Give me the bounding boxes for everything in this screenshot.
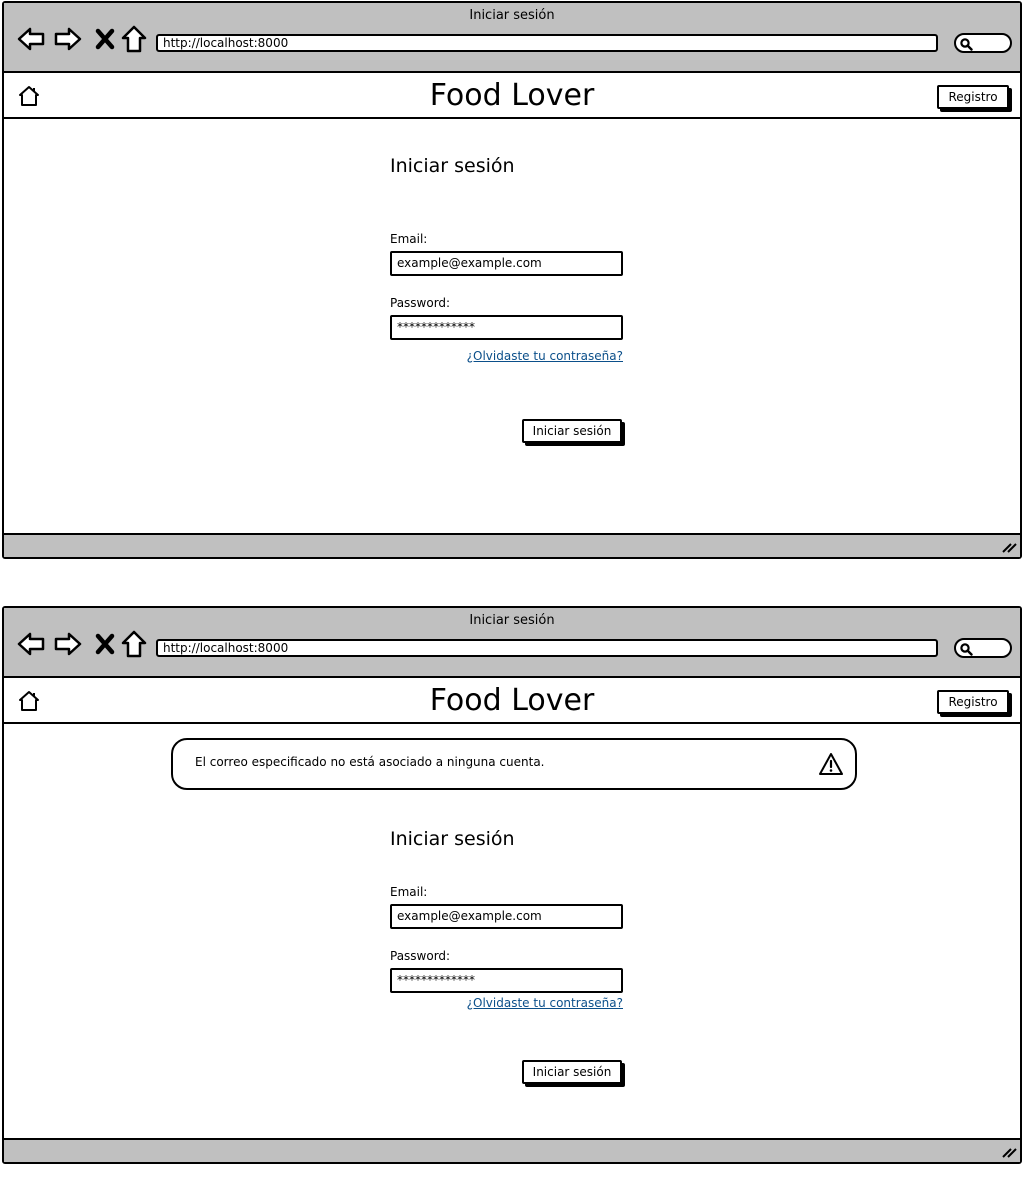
app-header: Food Lover Registro xyxy=(4,678,1020,724)
warning-icon xyxy=(819,753,843,775)
email-field[interactable]: example@example.com xyxy=(390,251,623,276)
error-alert: El correo especificado no está asociado … xyxy=(171,738,857,790)
browser-search-box[interactable] xyxy=(954,33,1012,53)
login-button[interactable]: Iniciar sesión xyxy=(522,1060,622,1084)
brand-title: Food Lover xyxy=(429,683,595,718)
stop-icon[interactable] xyxy=(90,24,120,54)
browser-window-login-error: Iniciar sesión http://localhost:8000 Foo… xyxy=(2,606,1022,1164)
resize-grip-icon[interactable] xyxy=(1001,541,1017,553)
address-bar[interactable]: http://localhost:8000 xyxy=(156,639,938,657)
email-label: Email: xyxy=(390,885,428,899)
browser-status-bar xyxy=(4,533,1020,557)
window-title: Iniciar sesión xyxy=(469,613,555,628)
search-icon xyxy=(960,643,973,656)
forward-icon[interactable] xyxy=(53,629,83,659)
forgot-password-link[interactable]: ¿Olvidaste tu contraseña? xyxy=(390,996,623,1010)
back-icon[interactable] xyxy=(16,24,46,54)
back-icon[interactable] xyxy=(16,629,46,659)
browser-status-bar xyxy=(4,1138,1020,1162)
browser-search-box[interactable] xyxy=(954,638,1012,658)
app-header: Food Lover Registro xyxy=(4,73,1020,119)
email-field[interactable]: example@example.com xyxy=(390,904,623,929)
address-bar[interactable]: http://localhost:8000 xyxy=(156,34,938,52)
password-field[interactable]: ************* xyxy=(390,315,623,340)
browser-chrome: Iniciar sesión http://localhost:8000 xyxy=(4,608,1020,678)
search-icon xyxy=(960,38,973,51)
resize-grip-icon[interactable] xyxy=(1001,1146,1017,1158)
page-title: Iniciar sesión xyxy=(390,155,515,177)
forward-icon[interactable] xyxy=(53,24,83,54)
browser-chrome: Iniciar sesión http://localhost:8000 xyxy=(4,3,1020,73)
page-title: Iniciar sesión xyxy=(390,828,515,850)
window-title: Iniciar sesión xyxy=(469,8,555,23)
register-button[interactable]: Registro xyxy=(937,85,1009,109)
alert-message: El correo especificado no está asociado … xyxy=(195,755,545,769)
register-button[interactable]: Registro xyxy=(937,690,1009,714)
forgot-password-link[interactable]: ¿Olvidaste tu contraseña? xyxy=(390,349,623,363)
browser-window-login: Iniciar sesión http://localhost:8000 Foo… xyxy=(2,1,1022,559)
password-field[interactable]: ************* xyxy=(390,968,623,993)
email-label: Email: xyxy=(390,232,428,246)
brand-title: Food Lover xyxy=(429,78,595,113)
password-label: Password: xyxy=(390,949,451,963)
home-nav-icon[interactable] xyxy=(119,629,149,659)
home-nav-icon[interactable] xyxy=(119,24,149,54)
password-label: Password: xyxy=(390,296,451,310)
stop-icon[interactable] xyxy=(90,629,120,659)
login-button[interactable]: Iniciar sesión xyxy=(522,419,622,443)
